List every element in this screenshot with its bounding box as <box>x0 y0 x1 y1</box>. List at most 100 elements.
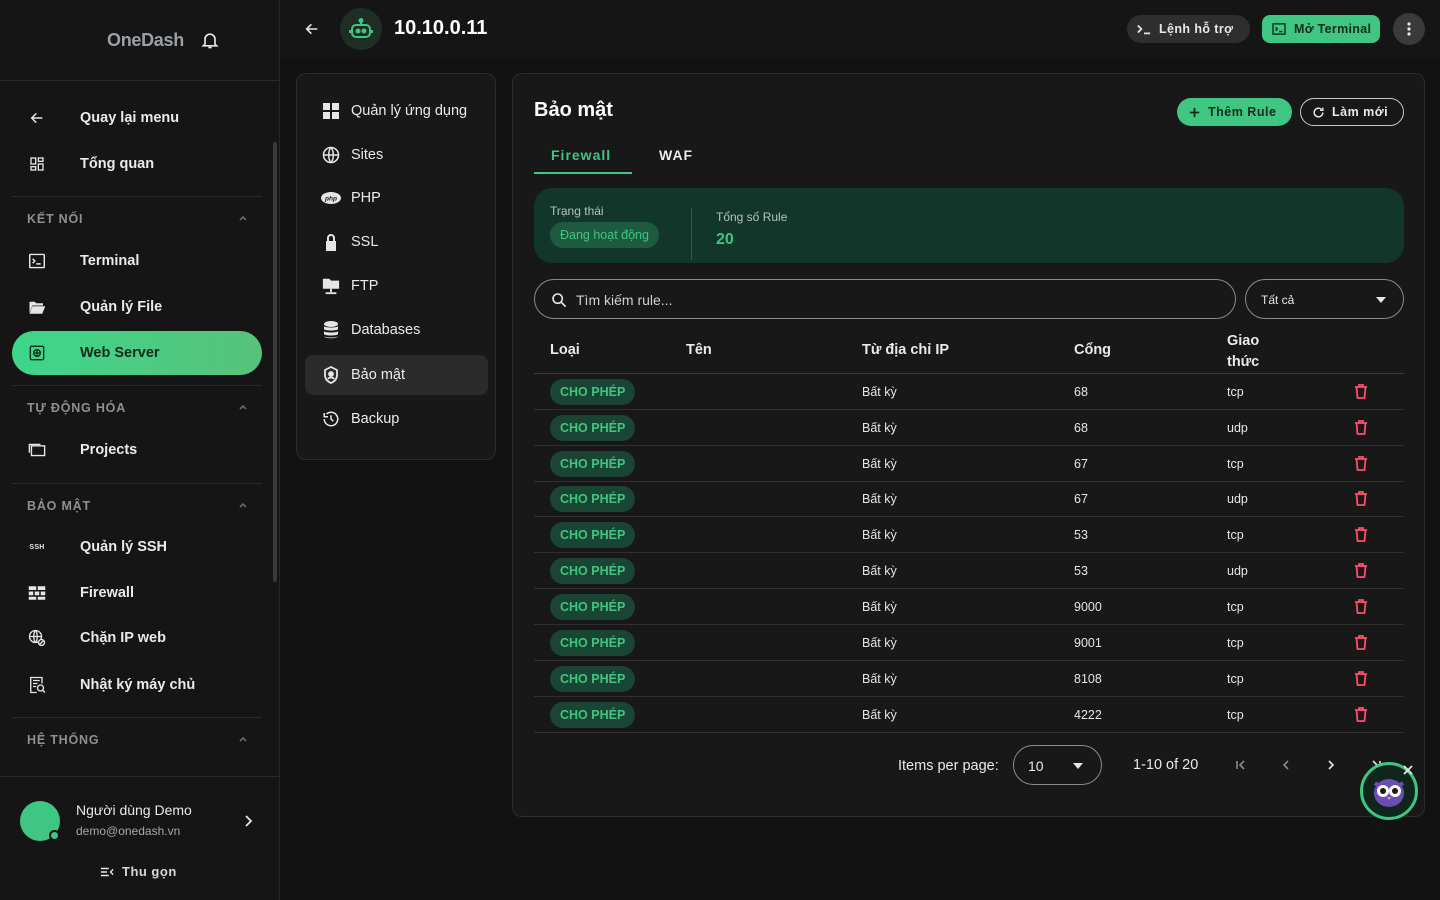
delete-icon[interactable] <box>1354 420 1368 435</box>
delete-icon[interactable] <box>1354 599 1368 614</box>
col-header-port[interactable]: Cổng <box>1074 342 1111 358</box>
filter-value: Tất cả <box>1261 293 1295 307</box>
delete-icon[interactable] <box>1354 563 1368 578</box>
rule-protocol: tcp <box>1227 672 1244 686</box>
menu-item-ftp[interactable]: FTP <box>305 266 488 306</box>
search-input[interactable] <box>576 288 1216 312</box>
col-header-protocol[interactable]: Giao thức <box>1227 331 1275 373</box>
delete-icon[interactable] <box>1354 384 1368 399</box>
sidebar-item-web-server[interactable]: Web Server <box>12 331 262 375</box>
section-automation[interactable]: TỰ ĐỘNG HÓA <box>12 385 262 429</box>
table-row[interactable]: CHO PHÉP Bất kỳ 4222 tcp <box>534 697 1404 733</box>
menu-item-sites[interactable]: Sites <box>305 135 488 175</box>
menu-item-php[interactable]: php PHP <box>305 178 488 218</box>
items-per-page-select[interactable]: 10 <box>1013 745 1102 785</box>
sidebar-item-firewall[interactable]: Firewall <box>12 571 262 615</box>
table-row[interactable]: CHO PHÉP Bất kỳ 68 udp <box>534 410 1404 446</box>
delete-icon[interactable] <box>1354 456 1368 471</box>
collapse-sidebar-button[interactable]: Thu gọn <box>100 864 177 879</box>
brand-logo[interactable]: OneDash <box>107 30 184 51</box>
menu-item-ssl[interactable]: SSL <box>305 222 488 262</box>
delete-icon[interactable] <box>1354 707 1368 722</box>
sidebar-item-terminal[interactable]: Terminal <box>12 239 262 283</box>
first-page-icon[interactable] <box>1234 758 1248 772</box>
table-row[interactable]: CHO PHÉP Bất kỳ 53 udp <box>534 553 1404 589</box>
sidebar-item-projects[interactable]: Projects <box>12 428 262 472</box>
log-search-icon <box>28 676 46 694</box>
rule-protocol: tcp <box>1227 385 1244 399</box>
plus-icon <box>1189 107 1200 117</box>
rule-protocol: tcp <box>1227 708 1244 722</box>
help-commands-button[interactable]: Lệnh hỗ trợ <box>1127 15 1250 43</box>
history-icon <box>321 409 341 429</box>
bell-icon[interactable] <box>200 30 220 50</box>
chevron-right-icon[interactable] <box>243 814 253 828</box>
table-row[interactable]: CHO PHÉP Bất kỳ 68 tcp <box>534 374 1404 410</box>
tab-waf[interactable]: WAF <box>659 147 693 163</box>
sidebar-item-file-manager[interactable]: Quản lý File <box>12 285 262 329</box>
svg-text:php: php <box>324 196 337 203</box>
col-header-source[interactable]: Từ địa chỉ IP <box>862 342 949 358</box>
sidebar-scrollbar[interactable] <box>273 142 277 582</box>
section-title: BẢO MẬT <box>27 499 91 513</box>
prev-page-icon[interactable] <box>1279 758 1293 772</box>
menu-item-backup[interactable]: Backup <box>305 399 488 439</box>
menu-item-label: Backup <box>351 411 400 427</box>
sidebar-item-server-log[interactable]: Nhật ký máy chủ <box>12 663 262 707</box>
rule-source: Bất kỳ <box>862 600 897 614</box>
add-rule-label: Thêm Rule <box>1208 105 1277 119</box>
col-header-type[interactable]: Loại <box>550 342 580 358</box>
table-row[interactable]: CHO PHÉP Bất kỳ 67 udp <box>534 481 1404 517</box>
menu-item-app-management[interactable]: Quản lý ứng dụng <box>305 91 488 131</box>
delete-icon[interactable] <box>1354 671 1368 686</box>
chevron-up-icon <box>239 736 247 742</box>
user-profile[interactable]: Người dùng Demo demo@onedash.vn Thu gọn <box>0 776 279 900</box>
section-security[interactable]: BẢO MẬT <box>12 483 262 527</box>
sidebar-item-overview[interactable]: Tổng quan <box>12 142 262 186</box>
table-row[interactable]: CHO PHÉP Bất kỳ 9001 tcp <box>534 625 1404 661</box>
sidebar-item-label: Web Server <box>80 345 160 361</box>
sidebar-item-back[interactable]: Quay lại menu <box>12 96 262 140</box>
items-per-page-label: Items per page: <box>898 758 999 774</box>
tab-firewall[interactable]: Firewall <box>551 147 611 163</box>
open-terminal-button[interactable]: Mở Terminal <box>1262 15 1380 43</box>
firewall-status-panel: Trạng thái Đang hoạt động Tổng số Rule 2… <box>534 188 1404 263</box>
delete-icon[interactable] <box>1354 491 1368 506</box>
server-title: 10.10.0.11 <box>394 17 488 39</box>
next-page-icon[interactable] <box>1324 758 1338 772</box>
menu-item-databases[interactable]: Databases <box>305 310 488 350</box>
rule-filter-select[interactable]: Tất cả <box>1245 279 1404 319</box>
section-connect[interactable]: KẾT NỐI <box>12 196 262 240</box>
more-vertical-icon <box>1407 22 1411 36</box>
avatar[interactable] <box>20 801 60 841</box>
arrow-left-icon[interactable] <box>304 21 320 37</box>
add-rule-button[interactable]: Thêm Rule <box>1177 98 1292 126</box>
page-title: Bảo mật <box>534 99 613 121</box>
delete-icon[interactable] <box>1354 527 1368 542</box>
section-system[interactable]: HỆ THỐNG <box>12 717 262 761</box>
section-title: TỰ ĐỘNG HÓA <box>27 401 127 415</box>
rule-source: Bất kỳ <box>862 385 897 399</box>
globe-icon <box>321 145 341 165</box>
rule-protocol: tcp <box>1227 600 1244 614</box>
table-row[interactable]: CHO PHÉP Bất kỳ 67 tcp <box>534 446 1404 482</box>
refresh-label: Làm mới <box>1332 105 1389 119</box>
refresh-button[interactable]: Làm mới <box>1300 98 1404 126</box>
chevron-up-icon <box>239 404 247 410</box>
table-row[interactable]: CHO PHÉP Bất kỳ 8108 tcp <box>534 661 1404 697</box>
total-rules-value: 20 <box>716 231 734 248</box>
more-options-button[interactable] <box>1393 13 1425 45</box>
top-bar: 10.10.0.11 Lệnh hỗ trợ Mở Terminal <box>280 0 1440 58</box>
menu-item-security[interactable]: Bảo mật <box>305 355 488 395</box>
status-badge: Đang hoạt động <box>550 222 659 248</box>
delete-icon[interactable] <box>1354 635 1368 650</box>
sidebar-item-ssh[interactable]: SSH Quản lý SSH <box>12 525 262 569</box>
close-icon[interactable] <box>1402 764 1414 776</box>
brand-row: OneDash <box>0 0 279 81</box>
col-header-name[interactable]: Tên <box>686 342 712 358</box>
menu-item-label: Quản lý ứng dụng <box>351 103 468 119</box>
table-row[interactable]: CHO PHÉP Bất kỳ 9000 tcp <box>534 589 1404 625</box>
sidebar-item-block-ip[interactable]: Chặn IP web <box>12 616 262 660</box>
table-row[interactable]: CHO PHÉP Bất kỳ 53 tcp <box>534 517 1404 553</box>
rule-type-badge: CHO PHÉP <box>550 558 636 584</box>
